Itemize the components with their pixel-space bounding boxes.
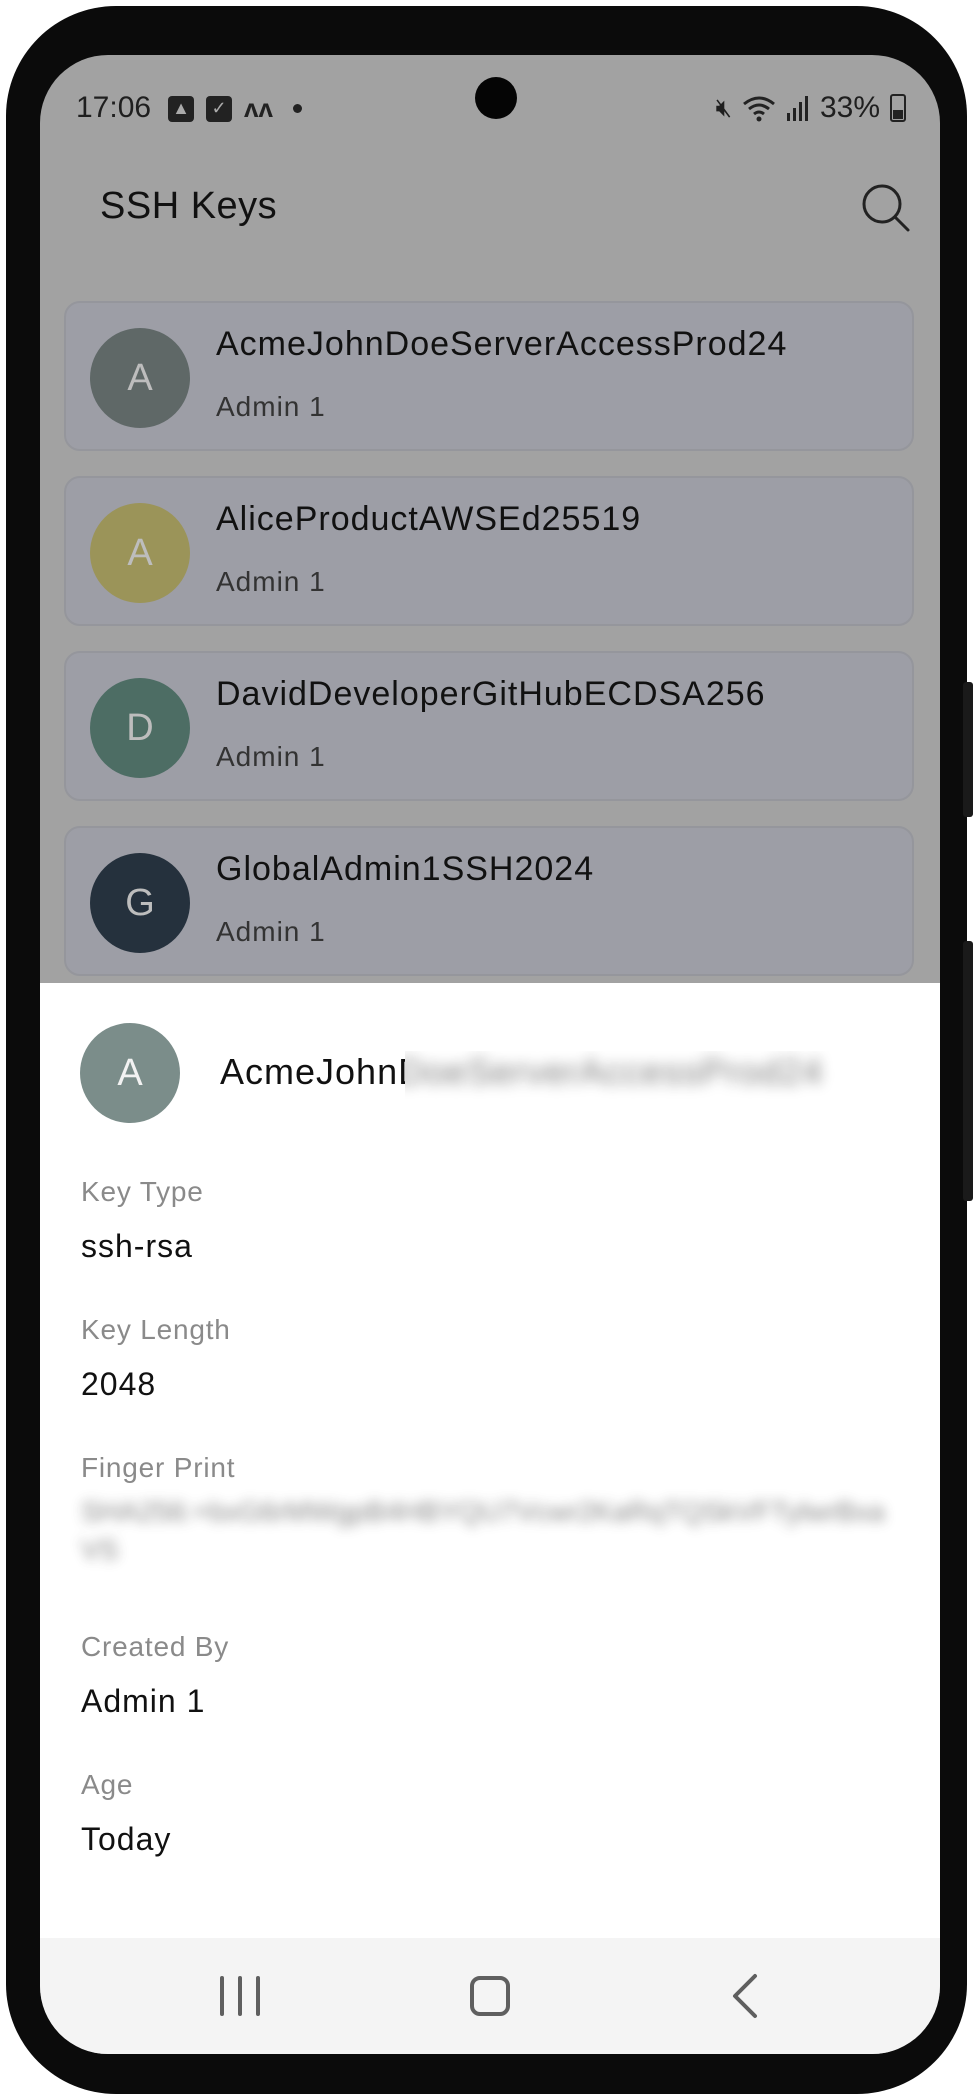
key-owner: Admin 1 bbox=[216, 566, 326, 597]
battery-icon bbox=[890, 94, 906, 122]
sheet-title: AcmeJohnDoeServerAccessProd24 AcmeJohnDo… bbox=[220, 1051, 910, 1101]
key-name: AliceProductAWSEd25519 bbox=[216, 500, 642, 538]
signal-icon bbox=[786, 96, 808, 121]
fingerprint-label: Finger Print bbox=[81, 1452, 236, 1483]
front-camera bbox=[475, 77, 517, 119]
created-by-value: Admin 1 bbox=[81, 1683, 206, 1719]
key-owner: Admin 1 bbox=[216, 391, 326, 422]
more-notifications-icon bbox=[292, 104, 302, 113]
key-owner: Admin 1 bbox=[216, 916, 326, 947]
key-name: DavidDeveloperGitHubECDSA256 bbox=[216, 675, 766, 713]
battery-percent: 33% bbox=[819, 91, 880, 124]
key-list-item[interactable]: D DavidDeveloperGitHubECDSA256 Admin 1 bbox=[64, 651, 914, 801]
system-nav-bar bbox=[40, 1938, 940, 2054]
key-length-value: 2048 bbox=[81, 1366, 157, 1402]
fingerprint-value: SHA256:+bxG6rMWgpB4HBYQU7Vcwr2KaRqTQSkVF… bbox=[81, 1496, 885, 1565]
checkbox-icon: ✓ bbox=[206, 95, 232, 122]
back-icon[interactable] bbox=[725, 1972, 765, 2020]
page-title: SSH Keys bbox=[100, 185, 278, 227]
key-detail-sheet: A AcmeJohnDoeServerAccessProd24 AcmeJohn… bbox=[40, 983, 940, 1938]
status-bar: 17:06 ▲ ✓ ʌʌ 🔇︎ 33% bbox=[40, 55, 940, 130]
key-list-item[interactable]: G GlobalAdmin1SSH2024 Admin 1 bbox=[64, 826, 914, 976]
app-logo-icon: ʌʌ bbox=[244, 93, 273, 123]
key-list-item[interactable]: A AliceProductAWSEd25519 Admin 1 bbox=[64, 476, 914, 626]
screen: 17:06 ▲ ✓ ʌʌ 🔇︎ 33% SSH Keys A AcmeJohnD… bbox=[40, 55, 940, 2054]
status-time: 17:06 bbox=[76, 91, 152, 124]
age-label: Age bbox=[81, 1769, 134, 1800]
age-value: Today bbox=[81, 1821, 172, 1857]
created-by-label: Created By bbox=[81, 1631, 230, 1662]
sheet-title-text: AcmeJohnDoeServerAccessProd24 bbox=[220, 1051, 405, 1092]
recent-apps-icon[interactable] bbox=[220, 1976, 260, 2016]
system-icons: 🔇︎ 33% bbox=[716, 91, 906, 125]
avatar: A bbox=[90, 328, 190, 428]
mute-icon: 🔇︎ bbox=[715, 92, 732, 122]
key-type-value: ssh-rsa bbox=[81, 1228, 193, 1264]
volume-button bbox=[963, 682, 973, 817]
search-icon[interactable] bbox=[860, 182, 912, 234]
avatar: G bbox=[90, 853, 190, 953]
phone-frame: 17:06 ▲ ✓ ʌʌ 🔇︎ 33% SSH Keys A AcmeJohnD… bbox=[6, 6, 973, 2094]
key-type-label: Key Type bbox=[81, 1176, 204, 1207]
notification-icons: ▲ ✓ ʌʌ bbox=[168, 93, 302, 124]
power-button bbox=[963, 941, 973, 1201]
sheet-title-blurred: AcmeJohnDoeServerAccessProd24 bbox=[405, 1051, 910, 1101]
gallery-icon: ▲ bbox=[168, 95, 194, 122]
home-icon[interactable] bbox=[470, 1976, 510, 2016]
key-name: GlobalAdmin1SSH2024 bbox=[216, 850, 595, 888]
avatar: A bbox=[90, 503, 190, 603]
key-length-label: Key Length bbox=[81, 1314, 231, 1345]
sheet-title-blurred-text: AcmeJohnDoeServerAccessProd24 bbox=[405, 1051, 824, 1092]
avatar: A bbox=[80, 1023, 180, 1123]
wifi-icon bbox=[743, 96, 775, 122]
key-owner: Admin 1 bbox=[216, 741, 326, 772]
key-name: AcmeJohnDoeServerAccessProd24 bbox=[216, 325, 788, 363]
key-list-item[interactable]: A AcmeJohnDoeServerAccessProd24 Admin 1 bbox=[64, 301, 914, 451]
avatar: D bbox=[90, 678, 190, 778]
